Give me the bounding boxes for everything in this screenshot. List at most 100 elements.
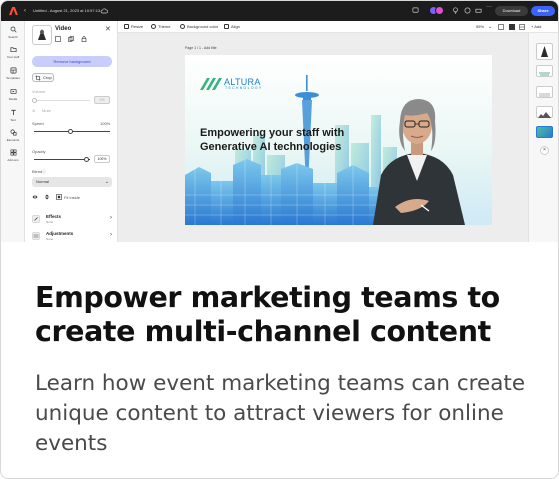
app-logo-icon <box>9 7 18 15</box>
zoom-level[interactable]: 55% <box>476 24 484 29</box>
product-screenshot: ‹ Untitled - August 21, 2023 at 10:57:13… <box>1 1 558 242</box>
comment-icon[interactable] <box>412 7 419 14</box>
color-swatch-icon <box>180 24 185 29</box>
page-thumbnail[interactable] <box>536 65 553 77</box>
collaborator-avatars[interactable] <box>429 6 445 15</box>
video-thumbnail-image <box>38 29 46 40</box>
volume-label: Volume <box>32 89 46 94</box>
close-icon[interactable]: × <box>540 146 549 155</box>
theme-label: Theme <box>158 24 171 29</box>
page-thumbnail[interactable] <box>536 106 553 118</box>
volume-slider-knob[interactable] <box>32 98 37 103</box>
page-thumbnail[interactable] <box>536 43 553 60</box>
info-icon[interactable]: ⓘ <box>42 169 46 175</box>
add-label: Add <box>534 24 542 29</box>
flip-vertical-icon[interactable] <box>44 194 50 200</box>
blend-mode-select[interactable]: Normal ⌄ <box>32 177 112 187</box>
remove-background-button[interactable]: Remove background <box>32 56 112 67</box>
effects-value: None <box>46 220 54 224</box>
article-heading[interactable]: Empower marketing teams to create multi-… <box>35 281 535 349</box>
close-icon[interactable]: ✕ <box>105 25 111 33</box>
zoom-chevron-icon[interactable]: ⌄ <box>488 24 492 30</box>
resize-button[interactable]: Resize <box>124 24 143 30</box>
rail-label: Your stuff <box>6 55 20 59</box>
rail-label: Text <box>10 118 16 122</box>
crop-label: Crop <box>43 75 52 80</box>
volume-slider-track[interactable] <box>34 100 90 101</box>
lock-icon[interactable] <box>81 36 87 42</box>
fit-inside-label[interactable]: Fit inside <box>64 195 80 200</box>
brand-tagline[interactable]: TECHNOLOGY <box>225 86 263 90</box>
rail-label: Search <box>8 35 18 39</box>
more-options-icon[interactable]: ··· <box>486 4 494 11</box>
chevron-down-icon: ⌄ <box>104 179 109 185</box>
document-title[interactable]: Untitled - August 21, 2023 at 10:57:13 <box>33 8 100 14</box>
background-color-button[interactable]: Background color <box>180 24 218 30</box>
align-icon <box>224 24 229 29</box>
brand-logo-icon <box>200 78 222 90</box>
back-chevron-icon[interactable]: ‹ <box>24 7 26 15</box>
rail-label: Templates <box>6 76 20 80</box>
addons-icon <box>10 149 16 156</box>
lightbulb-icon[interactable] <box>452 7 459 14</box>
pages-icon[interactable] <box>519 24 525 30</box>
speed-label: Speed <box>32 121 44 126</box>
rail-item-elements[interactable]: Elements <box>1 129 25 142</box>
app-title-bar: ‹ Untitled - August 21, 2023 at 10:57:13… <box>1 1 558 21</box>
speed-slider-knob[interactable] <box>68 129 73 134</box>
grid-view-icon[interactable] <box>509 24 515 30</box>
fit-inside-icon[interactable] <box>56 194 62 200</box>
rail-item-search[interactable]: Search <box>1 26 25 39</box>
cloud-sync-icon <box>100 8 108 14</box>
share-button[interactable]: Share <box>531 6 555 16</box>
page-headline[interactable]: Empowering your staff with Generative AI… <box>200 126 380 154</box>
rail-item-your-stuff[interactable]: Your stuff <box>1 46 25 59</box>
add-page-button[interactable]: + Add <box>531 24 541 30</box>
article-card[interactable]: ‹ Untitled - August 21, 2023 at 10:57:13… <box>0 0 559 479</box>
effects-section[interactable]: Effects None › <box>32 214 114 226</box>
page-headline-line: Empowering your staff with <box>200 127 345 139</box>
theme-icon <box>151 24 156 29</box>
background-color-label: Background color <box>187 24 219 29</box>
replace-icon[interactable] <box>55 36 61 42</box>
opacity-slider-track[interactable] <box>34 159 90 160</box>
article-description: Learn how event marketing teams can crea… <box>35 371 526 456</box>
volume-value[interactable]: 0% <box>94 96 110 104</box>
rail-item-addons[interactable]: Add-ons <box>1 149 25 162</box>
download-button[interactable]: Download <box>495 6 528 16</box>
crop-button[interactable]: Crop <box>32 73 54 82</box>
rail-item-templates[interactable]: Templates <box>1 67 25 80</box>
mute-icon[interactable]: ⊘ <box>32 108 35 113</box>
avatar[interactable] <box>435 6 444 15</box>
opacity-slider-knob[interactable] <box>84 157 89 162</box>
effects-icon <box>32 215 40 223</box>
video-properties-panel: Video ✕ Remove background Crop Volume 0%… <box>25 21 118 242</box>
folder-icon <box>10 47 16 53</box>
elements-icon <box>10 129 16 136</box>
flip-horizontal-icon[interactable] <box>32 194 38 200</box>
rail-item-media[interactable]: Media <box>1 88 25 101</box>
undo-icon[interactable] <box>498 24 504 30</box>
mute-label: Mute <box>42 108 51 113</box>
copy-icon[interactable] <box>68 36 74 42</box>
left-navigation-rail: Search Your stuff Templates Media Text E… <box>1 21 25 242</box>
video-thumbnail <box>32 25 52 45</box>
page-thumbnail[interactable] <box>536 86 553 98</box>
theme-button[interactable]: Theme <box>151 24 170 30</box>
share-link-icon[interactable] <box>464 7 471 14</box>
thumbnail-image <box>538 112 551 118</box>
chevron-right-icon: › <box>110 215 112 221</box>
rail-item-text[interactable]: Text <box>1 109 25 122</box>
speed-value: 100% <box>100 121 111 126</box>
media-icon <box>10 88 16 95</box>
adjustments-value: None <box>46 237 54 241</box>
adjustments-section[interactable]: Adjustments None › <box>32 231 114 242</box>
page-thumbnail-selected[interactable] <box>536 126 553 138</box>
align-button[interactable]: Align <box>224 24 240 30</box>
search-icon <box>10 26 17 33</box>
effects-title: Effects <box>46 214 62 219</box>
rail-label: Media <box>8 97 18 101</box>
opacity-value[interactable]: 100% <box>94 155 110 163</box>
print-icon[interactable] <box>475 7 482 14</box>
page-label[interactable]: Page 1 / 1 - Add title <box>185 46 217 50</box>
